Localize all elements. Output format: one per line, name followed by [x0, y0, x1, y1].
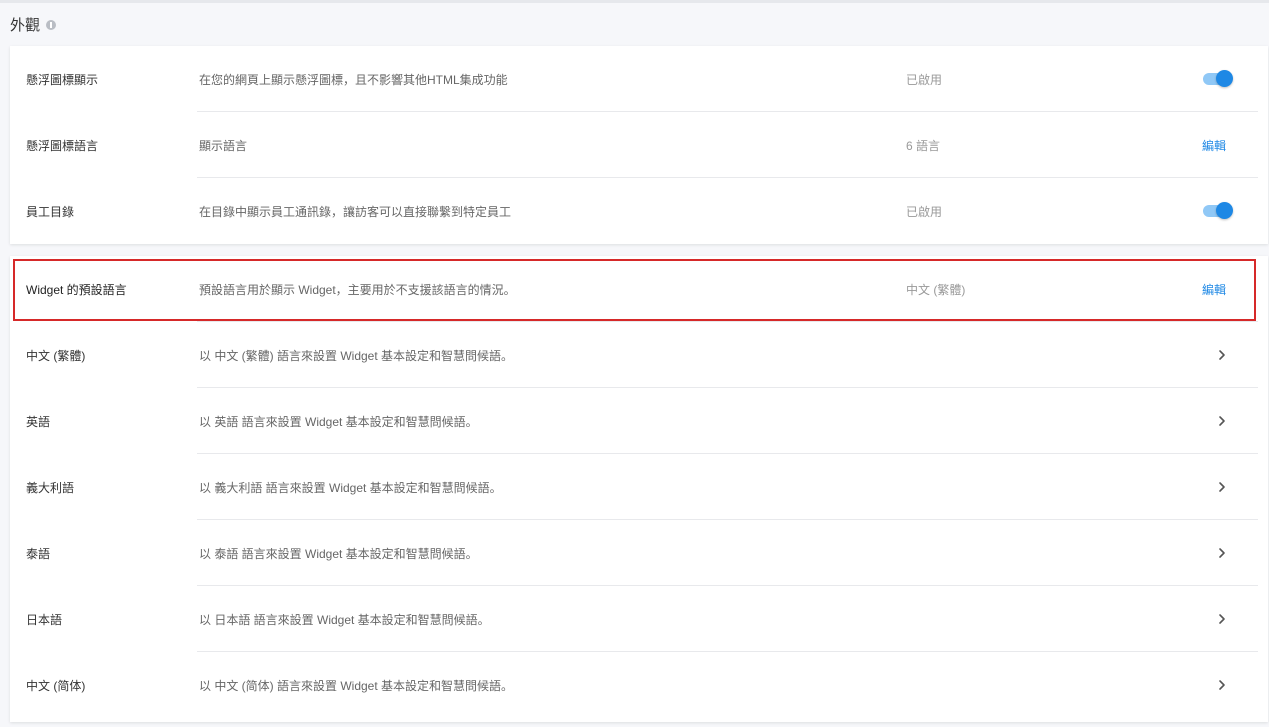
setting-name: Widget 的預設語言 — [26, 282, 127, 297]
appearance-settings-card: 懸浮圖標顯示 在您的網頁上顯示懸浮圖標，且不影響其他HTML集成功能 已啟用 懸… — [10, 46, 1268, 244]
setting-name: 懸浮圖標語言 — [26, 138, 99, 153]
chevron-right-icon[interactable] — [1215, 480, 1229, 494]
setting-status: 已啟用 — [906, 204, 943, 219]
setting-name: 員工目錄 — [26, 204, 75, 219]
setting-description: 顯示語言 — [199, 138, 248, 153]
language-description: 以 日本語 語言來設置 Widget 基本設定和智慧問候語。 — [199, 612, 490, 627]
chevron-right-icon[interactable] — [1215, 414, 1229, 428]
language-name: 中文 (简体) — [26, 678, 86, 693]
language-row-italian[interactable]: 義大利語 以 義大利語 語言來設置 Widget 基本設定和智慧問候語。 — [10, 454, 1268, 520]
info-icon[interactable] — [46, 19, 57, 30]
floating-icon-display-toggle[interactable] — [1203, 70, 1233, 87]
language-row-japanese[interactable]: 日本語 以 日本語 語言來設置 Widget 基本設定和智慧問候語。 — [10, 586, 1268, 652]
setting-row-staff-directory: 員工目錄 在目錄中顯示員工通訊錄，讓訪客可以直接聯繫到特定員工 已啟用 — [10, 178, 1268, 244]
widget-language-card: Widget 的預設語言 預設語言用於顯示 Widget，主要用於不支援該語言的… — [10, 256, 1268, 722]
language-description: 以 中文 (繁體) 語言來設置 Widget 基本設定和智慧問候語。 — [199, 348, 514, 363]
chevron-right-icon[interactable] — [1215, 678, 1229, 692]
setting-row-widget-default-language: Widget 的預設語言 預設語言用於顯示 Widget，主要用於不支援該語言的… — [10, 256, 1268, 322]
language-name: 泰語 — [26, 546, 51, 561]
setting-row-floating-icon-language: 懸浮圖標語言 顯示語言 6 語言 編輯 — [10, 112, 1268, 178]
section-header: 外觀 — [10, 14, 57, 35]
language-row-english[interactable]: 英語 以 英語 語言來設置 Widget 基本設定和智慧問候語。 — [10, 388, 1268, 454]
language-name: 義大利語 — [26, 480, 75, 495]
setting-description: 在目錄中顯示員工通訊錄，讓訪客可以直接聯繫到特定員工 — [199, 204, 512, 219]
language-description: 以 中文 (简体) 語言來設置 Widget 基本設定和智慧問候語。 — [199, 678, 514, 693]
widget-default-language-edit-link[interactable]: 編輯 — [1202, 281, 1226, 298]
chevron-right-icon[interactable] — [1215, 546, 1229, 560]
section-title: 外觀 — [10, 17, 41, 34]
top-divider — [0, 0, 1269, 3]
setting-description: 在您的網頁上顯示懸浮圖標，且不影響其他HTML集成功能 — [199, 72, 508, 87]
chevron-right-icon[interactable] — [1215, 612, 1229, 626]
language-row-thai[interactable]: 泰語 以 泰語 語言來設置 Widget 基本設定和智慧問候語。 — [10, 520, 1268, 586]
language-name: 日本語 — [26, 612, 63, 627]
toggle-knob — [1216, 70, 1233, 87]
setting-status: 6 語言 — [906, 138, 941, 153]
setting-row-floating-icon-display: 懸浮圖標顯示 在您的網頁上顯示懸浮圖標，且不影響其他HTML集成功能 已啟用 — [10, 46, 1268, 112]
language-description: 以 義大利語 語言來設置 Widget 基本設定和智慧問候語。 — [199, 480, 502, 495]
chevron-right-icon[interactable] — [1215, 348, 1229, 362]
setting-status: 已啟用 — [906, 72, 943, 87]
language-row-zh-hant[interactable]: 中文 (繁體) 以 中文 (繁體) 語言來設置 Widget 基本設定和智慧問候… — [10, 322, 1268, 388]
floating-icon-language-edit-link[interactable]: 編輯 — [1202, 137, 1226, 154]
language-row-zh-hans[interactable]: 中文 (简体) 以 中文 (简体) 語言來設置 Widget 基本設定和智慧問候… — [10, 652, 1268, 718]
setting-description: 預設語言用於顯示 Widget，主要用於不支援該語言的情況。 — [199, 282, 516, 297]
setting-status: 中文 (繁體) — [906, 282, 966, 297]
language-description: 以 泰語 語言來設置 Widget 基本設定和智慧問候語。 — [199, 546, 478, 561]
language-name: 英語 — [26, 414, 51, 429]
language-description: 以 英語 語言來設置 Widget 基本設定和智慧問候語。 — [199, 414, 478, 429]
language-name: 中文 (繁體) — [26, 348, 86, 363]
setting-name: 懸浮圖標顯示 — [26, 72, 99, 87]
toggle-knob — [1216, 202, 1233, 219]
staff-directory-toggle[interactable] — [1203, 202, 1233, 219]
